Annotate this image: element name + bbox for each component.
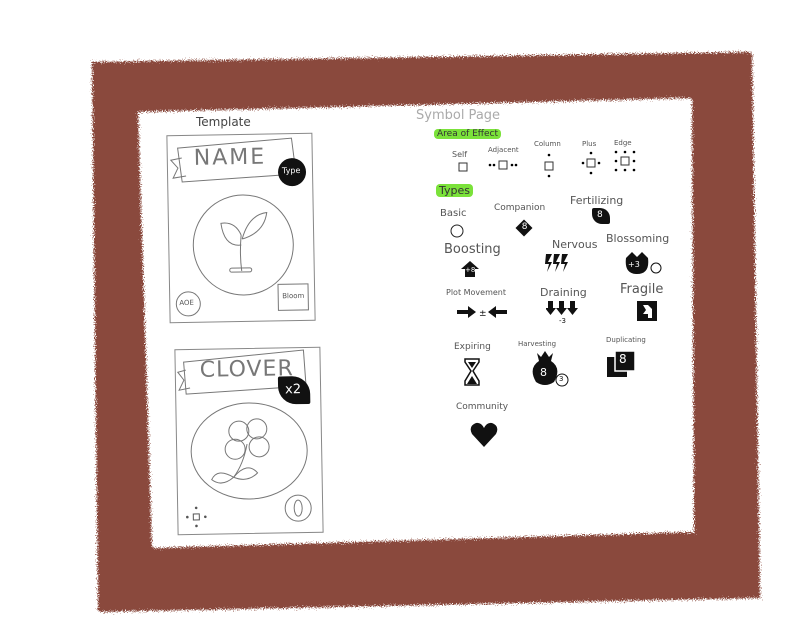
type-nervous-label: Nervous (552, 238, 598, 251)
types-heading: Types (436, 184, 473, 197)
type-fragile-label: Fragile (620, 282, 664, 297)
clover-card: CLOVER x2 (174, 346, 324, 536)
type-expiring-label: Expiring (454, 342, 491, 352)
area-adjacent-icon (488, 160, 518, 170)
community-heart-icon (470, 422, 498, 447)
fertilizing-leaf-icon: 8 (592, 208, 610, 224)
area-edge-label: Edge (614, 139, 632, 147)
svg-text:±: ± (479, 309, 487, 319)
svg-text:-3: -3 (559, 317, 566, 324)
type-basic-label: Basic (440, 208, 467, 219)
type-badge-label: Type (281, 165, 301, 176)
template-card: NAME Type AOE Bloom (166, 132, 316, 324)
fertilizing-badge: 8 (597, 210, 603, 220)
area-self-label: Self (452, 150, 468, 159)
area-plus-icon (581, 151, 601, 175)
type-community-label: Community (456, 402, 509, 412)
fragile-box-icon (637, 301, 657, 321)
harvesting-bag-icon (532, 351, 569, 387)
area-self-icon (458, 162, 468, 172)
leaf-badge-label: x2 (284, 382, 302, 398)
area-column-icon (544, 153, 554, 178)
harvesting-badge: 8 (540, 366, 547, 379)
draining-arrows-icon: -3 (546, 301, 578, 324)
type-harvesting-label: Harvesting (518, 340, 557, 348)
area-adjacent-label: Adjacent (488, 146, 519, 154)
type-duplicating-label: Duplicating (606, 336, 646, 344)
type-boosting-label: Boosting (444, 242, 501, 257)
type-draining-label: Draining (540, 286, 587, 299)
type-fertilizing-label: Fertilizing (570, 194, 624, 207)
duplicating-badge: 8 (619, 352, 627, 366)
harvesting-sub-badge: 3 (559, 375, 564, 383)
basic-circle-icon (450, 224, 464, 238)
area-column-label: Column (534, 140, 561, 148)
symbol-page-title: Symbol Page (416, 108, 501, 123)
template-label: Template (196, 115, 251, 129)
area-edge-icon (614, 150, 636, 172)
area-plus-label: Plus (582, 140, 597, 148)
chalk-frame (92, 52, 760, 612)
boosting-badge: +8 (465, 266, 476, 274)
type-plot-movement-label: Plot Movement (446, 288, 506, 297)
blossoming-badge: +3 (628, 260, 640, 269)
type-companion-label: Companion (494, 203, 546, 213)
companion-badge: 8 (521, 222, 528, 233)
plot-movement-arrows-icon: ± (457, 306, 507, 319)
aoe-label: AOE (179, 298, 194, 308)
bloom-label: Bloom (282, 291, 305, 301)
area-heading: Area of Effect (434, 129, 502, 139)
type-blossoming-label: Blossoming (606, 232, 670, 245)
nervous-lightning-icon (545, 254, 568, 272)
expiring-hourglass-icon (464, 358, 480, 386)
card-name: NAME (193, 144, 267, 171)
